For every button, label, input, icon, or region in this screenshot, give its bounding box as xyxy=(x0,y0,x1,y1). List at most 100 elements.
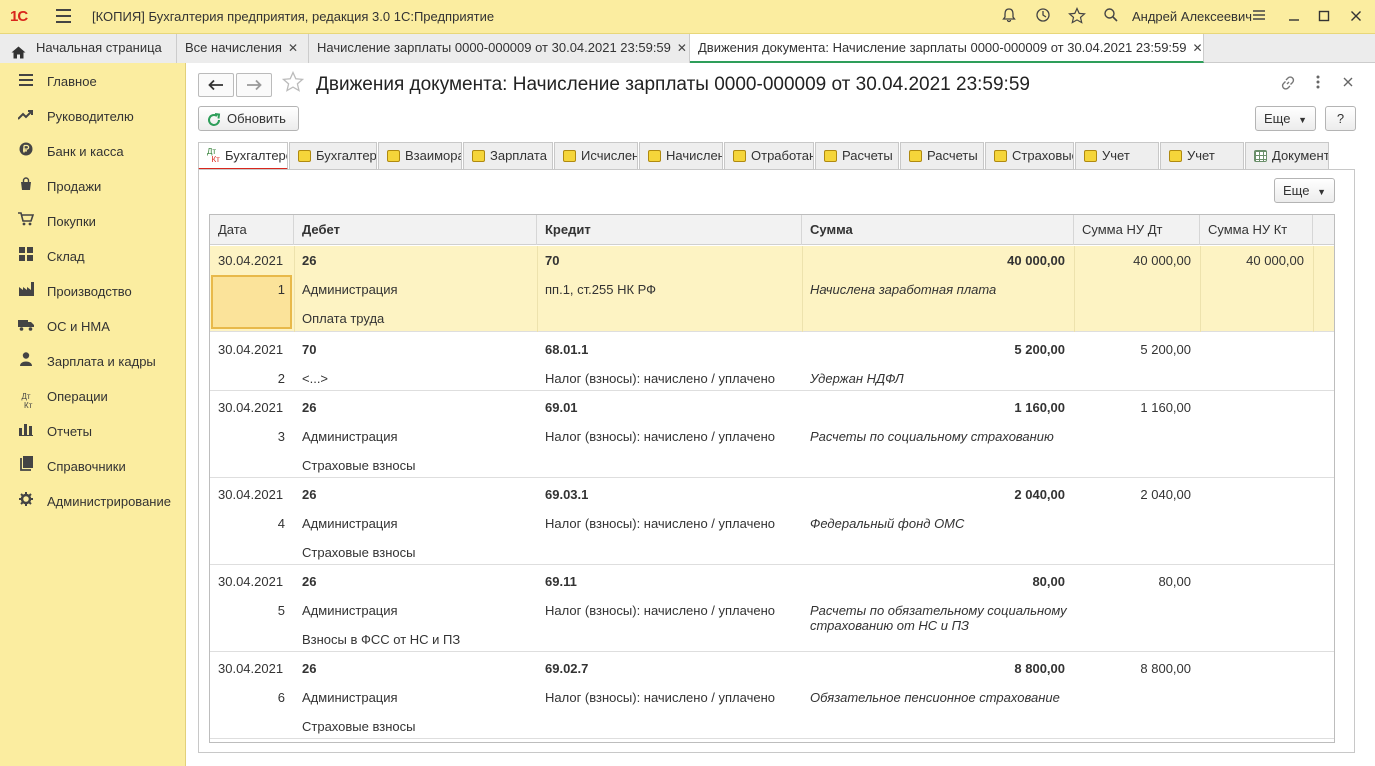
book-icon xyxy=(17,452,35,482)
tab-document[interactable]: Документ xyxy=(1245,142,1329,170)
help-button[interactable]: ? xyxy=(1325,106,1356,131)
column-header-amount[interactable]: Сумма xyxy=(802,215,1074,245)
sidebar-item-salary[interactable]: Зарплата и кадры xyxy=(0,347,186,377)
cell-date: 30.04.2021 xyxy=(218,661,284,676)
table-row[interactable]: 30.04.2021 4 26 Администрация Страховые … xyxy=(210,479,1334,565)
tab-label: Начисление зарплаты 0000-000009 от 30.04… xyxy=(317,40,671,55)
history-icon[interactable] xyxy=(1033,7,1053,27)
sidebar-item-label: Отчеты xyxy=(47,424,92,439)
cell-content: Начислена заработная плата xyxy=(810,282,997,297)
main-menu-icon[interactable] xyxy=(56,9,71,23)
cell-credit-account: 69.03.1 xyxy=(545,487,589,502)
tab-recording-1[interactable]: Учет xyxy=(1075,142,1159,170)
minimize-icon[interactable] xyxy=(1283,6,1305,28)
cell-nu-dt: 8 800,00 xyxy=(1140,661,1191,676)
user-name[interactable]: Андрей Алексеевич xyxy=(1132,9,1252,24)
tab-worked-time[interactable]: Отработанное время xyxy=(724,142,814,170)
sidebar-item-catalogs[interactable]: Справочники xyxy=(0,452,186,482)
table-row[interactable]: 30.04.2021 2 70 <...> 68.01.1 Налог (взн… xyxy=(210,333,1334,391)
cell-debit-subconto-2: Взносы в ФСС от НС и ПЗ xyxy=(302,632,461,647)
sidebar-item-main[interactable]: Главное xyxy=(0,67,186,97)
back-button[interactable] xyxy=(198,73,234,97)
search-icon[interactable] xyxy=(1101,7,1121,27)
subtab-label: Расчеты xyxy=(927,148,978,163)
close-icon[interactable] xyxy=(1338,75,1358,92)
subtab-label: Зарплата xyxy=(490,148,547,163)
table-grid-icon xyxy=(1254,150,1267,162)
column-header-nu-dt[interactable]: Сумма НУ Дт xyxy=(1074,215,1200,245)
register-icon xyxy=(994,150,1007,162)
tab-accruals[interactable]: Начисления xyxy=(639,142,723,170)
tab-insurance[interactable]: Страховые взносы xyxy=(985,142,1074,170)
tab-salary[interactable]: Зарплата xyxy=(463,142,553,170)
tab-payroll-document[interactable]: Начисление зарплаты 0000-000009 от 30.04… xyxy=(309,34,690,63)
sidebar-item-reports[interactable]: Отчеты xyxy=(0,417,186,447)
sidebar-item-manager[interactable]: Руководителю xyxy=(0,102,186,132)
close-tab-icon[interactable]: ✕ xyxy=(1193,41,1203,55)
table-more-button[interactable]: Еще ▼ xyxy=(1274,178,1335,203)
cell-debit-subconto-2: Страховые взносы xyxy=(302,458,416,473)
refresh-button[interactable]: Обновить xyxy=(198,106,299,131)
tab-calculations-2[interactable]: Расчеты xyxy=(900,142,984,170)
tab-all-accruals[interactable]: Все начисления ✕ xyxy=(177,34,309,63)
close-tab-icon[interactable]: ✕ xyxy=(677,41,687,55)
table-row[interactable]: 30.04.2021 6 26 Администрация Страховые … xyxy=(210,653,1334,739)
cell-nu-dt: 80,00 xyxy=(1158,574,1191,589)
subtab-label: Исчисленные налоги xyxy=(581,148,638,163)
cell-debit-account: 70 xyxy=(302,342,317,357)
tab-accounting[interactable]: Бухгалтерский учет xyxy=(289,142,377,170)
cell-line-number: 4 xyxy=(277,516,285,531)
column-header-debit[interactable]: Дебет xyxy=(294,215,537,245)
cell-amount: 2 040,00 xyxy=(1014,487,1065,502)
more-actions-icon[interactable] xyxy=(1308,75,1328,93)
tab-recording-2[interactable]: Учет xyxy=(1160,142,1244,170)
subtab-label: Бухгалтерский учет xyxy=(316,148,377,163)
cell-amount: 5 200,00 xyxy=(1014,342,1065,357)
close-window-icon[interactable] xyxy=(1345,6,1367,28)
tab-home[interactable]: Начальная страница xyxy=(0,34,177,63)
cell-debit-subconto-1: Администрация xyxy=(302,516,398,531)
gear-icon xyxy=(17,487,35,517)
cell-credit-subconto-1: Налог (взносы): начислено / уплачено xyxy=(545,516,775,531)
favorites-star-icon[interactable] xyxy=(1067,7,1087,27)
tab-calculated-taxes[interactable]: Исчисленные налоги xyxy=(554,142,638,170)
dtkt-icon: Дт Кт xyxy=(207,147,220,164)
cell-content: Расчеты по обязательному социальному стр… xyxy=(810,603,1067,633)
column-header-credit[interactable]: Кредит xyxy=(537,215,802,245)
sidebar-item-operations[interactable]: Дт Кт Операции xyxy=(0,382,186,412)
cell-debit-subconto-1: Администрация xyxy=(302,282,398,297)
maximize-icon[interactable] xyxy=(1313,6,1335,28)
column-divider xyxy=(1074,246,1075,332)
link-icon[interactable] xyxy=(1278,75,1298,95)
sidebar-item-bank[interactable]: Банк и касса xyxy=(0,137,186,167)
close-tab-icon[interactable]: ✕ xyxy=(288,41,298,55)
cell-credit-subconto-1: Налог (взносы): начислено / уплачено xyxy=(545,371,775,386)
cell-content: Федеральный фонд ОМС xyxy=(810,516,965,531)
cell-nu-dt: 5 200,00 xyxy=(1140,342,1191,357)
help-button-label: ? xyxy=(1336,111,1345,126)
sidebar-item-purchases[interactable]: Покупки xyxy=(0,207,186,237)
bell-icon[interactable] xyxy=(999,7,1019,27)
sidebar-item-warehouse[interactable]: Склад xyxy=(0,242,186,272)
tab-accounting-tax[interactable]: Дт Кт Бухгалтерский и налоговый учет xyxy=(198,142,288,170)
cell-line-number: 5 xyxy=(277,603,285,618)
tab-document-movements[interactable]: Движения документа: Начисление зарплаты … xyxy=(690,34,1204,63)
sidebar-item-sales[interactable]: Продажи xyxy=(0,172,186,202)
tab-settlements[interactable]: Взаиморасчеты xyxy=(378,142,462,170)
column-header-date[interactable]: Дата xyxy=(210,215,294,245)
cell-credit-subconto-1: Налог (взносы): начислено / уплачено xyxy=(545,690,775,705)
table-row[interactable]: 30.04.2021 1 26 Администрация Оплата тру… xyxy=(210,246,1334,332)
more-button[interactable]: Еще ▼ xyxy=(1255,106,1316,131)
movements-table[interactable]: Дата Дебет Кредит Сумма Сумма НУ Дт Сумм… xyxy=(209,214,1335,743)
settings-menu-icon[interactable] xyxy=(1248,6,1270,28)
tab-calculations-1[interactable]: Расчеты xyxy=(815,142,899,170)
sidebar-item-assets[interactable]: ОС и НМА xyxy=(0,312,186,342)
table-more-label: Еще xyxy=(1283,183,1310,198)
sidebar-item-production[interactable]: Производство xyxy=(0,277,186,307)
favorite-star-icon[interactable] xyxy=(281,70,305,99)
forward-button[interactable] xyxy=(236,73,272,97)
table-row[interactable]: 30.04.2021 5 26 Администрация Взносы в Ф… xyxy=(210,566,1334,652)
column-header-nu-kt[interactable]: Сумма НУ Кт xyxy=(1200,215,1313,245)
sidebar-item-admin[interactable]: Администрирование xyxy=(0,487,186,517)
table-row[interactable]: 30.04.2021 3 26 Администрация Страховые … xyxy=(210,392,1334,478)
